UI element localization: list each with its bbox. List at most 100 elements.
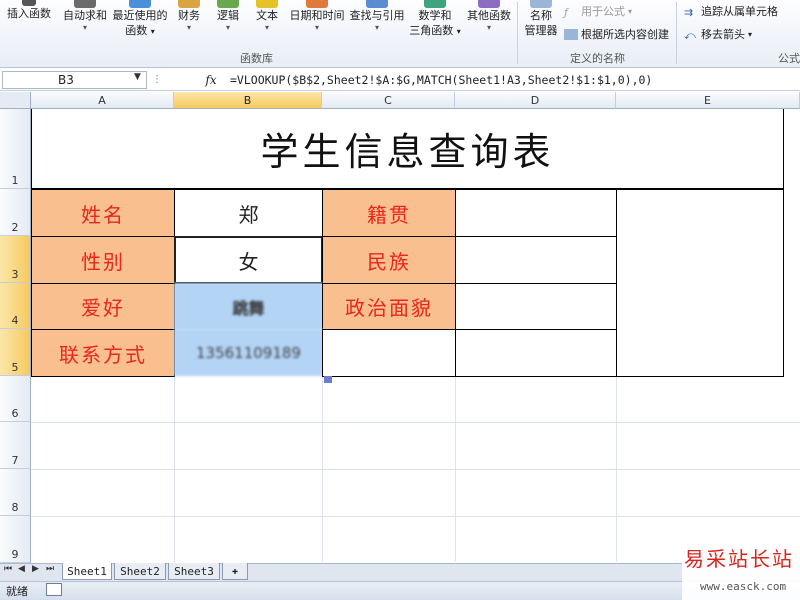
name-tag-icon: [530, 0, 552, 8]
cell-d3[interactable]: [455, 236, 617, 284]
fx-icon: ƒ: [564, 5, 568, 19]
text-button[interactable]: 文本 ▾: [252, 0, 282, 33]
row-header-8[interactable]: 8: [0, 469, 31, 516]
watermark-url: www.easck.com: [700, 580, 787, 593]
chevron-down-icon: ▾: [264, 23, 269, 32]
chevron-down-icon: ▾: [748, 29, 753, 39]
cell-d4[interactable]: [455, 283, 617, 330]
text-label: 文本: [256, 9, 278, 22]
create-from-selection-button[interactable]: 根据所选内容创建: [564, 26, 669, 42]
column-header-d[interactable]: D: [455, 92, 616, 109]
name-manager-button[interactable]: 名称 管理器: [521, 0, 561, 38]
chevron-down-icon: ▾: [628, 6, 633, 16]
datetime-button[interactable]: 日期和时间 ▾: [287, 0, 347, 33]
cell-b2[interactable]: 郑: [174, 189, 323, 237]
math-label-2: 三角函数: [409, 24, 454, 37]
chevron-down-icon: ▾: [225, 23, 230, 32]
prev-sheet-icon[interactable]: ◀: [18, 564, 25, 574]
remove-arrows-button[interactable]: ⤺ 移去箭头 ▾: [684, 26, 752, 42]
math-button[interactable]: 数学和 三角函数 ▾: [408, 0, 462, 39]
row-number: 6: [11, 407, 19, 420]
first-sheet-icon[interactable]: ⏮: [4, 564, 12, 574]
row-header-6[interactable]: 6: [0, 376, 31, 422]
status-bar: [0, 581, 800, 600]
macro-record-icon[interactable]: [46, 583, 62, 596]
row-header-7[interactable]: 7: [0, 422, 31, 469]
cell-d2[interactable]: [455, 189, 617, 237]
cell-a5[interactable]: 联系方式: [31, 329, 175, 377]
last-sheet-icon[interactable]: ⏭: [46, 564, 54, 574]
insert-function-fx-button[interactable]: fx: [200, 71, 222, 89]
column-header-b[interactable]: B: [174, 92, 322, 109]
sheet-title[interactable]: 学生信息查询表: [31, 109, 784, 189]
row-header-9[interactable]: 9: [0, 516, 31, 563]
fill-handle[interactable]: [324, 376, 332, 383]
row-number: 1: [11, 174, 19, 187]
lookup-label: 查找与引用: [349, 9, 405, 22]
trace-precedents-label: 追踪从属单元格: [701, 5, 778, 18]
cell-c4[interactable]: 政治面貌: [322, 283, 456, 330]
cell-c5[interactable]: [322, 329, 456, 377]
row-number: 7: [11, 454, 19, 467]
trace-precedents-button[interactable]: ⇉ 追踪从属单元格: [684, 3, 778, 19]
row-number: 4: [11, 314, 19, 327]
trace-arrow-icon: ⇉: [684, 5, 694, 19]
formula-bar-splitter[interactable]: ⋮: [152, 71, 192, 89]
book-icon: [306, 0, 328, 8]
row-header-4[interactable]: 4: [0, 283, 31, 329]
cell-a4[interactable]: 爱好: [31, 283, 175, 330]
name-manager-label-1: 名称: [530, 9, 552, 22]
cell-c2[interactable]: 籍贯: [322, 189, 456, 237]
more-functions-button[interactable]: 其他函数 ▾: [465, 0, 513, 33]
cell-b5[interactable]: 13561109189: [174, 329, 323, 376]
column-header-a[interactable]: A: [31, 92, 174, 109]
gridline: [31, 516, 800, 517]
recent-functions-button[interactable]: 最近使用的 函数 ▾: [111, 0, 169, 39]
chevron-down-icon: ▾: [456, 27, 461, 36]
tab-sheet1[interactable]: Sheet1: [62, 563, 112, 580]
tab-sheet3[interactable]: Sheet3: [168, 563, 220, 580]
cell-e2-merged[interactable]: [616, 189, 784, 377]
recent-label-2: 函数: [125, 24, 148, 37]
cell-b4[interactable]: 跳舞: [174, 283, 323, 330]
cell-b3-active[interactable]: 女: [174, 236, 323, 284]
name-box[interactable]: B3: [2, 71, 147, 89]
divider: [517, 2, 518, 64]
select-all-corner[interactable]: [0, 92, 31, 109]
row-header-1[interactable]: 1: [0, 109, 31, 189]
column-header-e[interactable]: E: [616, 92, 800, 109]
group-label-library: 函数库: [240, 52, 273, 65]
row-header-2[interactable]: 2: [0, 189, 31, 236]
gridline: [31, 422, 800, 423]
insert-function-button[interactable]: 插入函数: [4, 0, 54, 21]
use-in-formula-button[interactable]: ƒ 用于公式 ▾: [564, 3, 632, 19]
row-header-5[interactable]: 5: [0, 329, 31, 376]
logical-label: 逻辑: [217, 9, 239, 22]
chevron-down-icon[interactable]: ▼: [134, 72, 141, 82]
row-header-3[interactable]: 3: [0, 236, 31, 283]
cell-a3[interactable]: 性别: [31, 236, 175, 284]
autosum-button[interactable]: 自动求和 ▾: [62, 0, 108, 33]
book-icon: [256, 0, 278, 8]
row-number: 5: [11, 361, 19, 374]
tab-sheet2[interactable]: Sheet2: [114, 563, 166, 580]
formula-input[interactable]: =VLOOKUP($B$2,Sheet2!$A:$G,MATCH(Sheet1!…: [230, 71, 800, 89]
cell-c3[interactable]: 民族: [322, 236, 456, 284]
use-in-formula-label: 用于公式: [581, 5, 625, 18]
chevron-down-icon: ▾: [186, 23, 191, 32]
column-header-c[interactable]: C: [322, 92, 455, 109]
cell-d5[interactable]: [455, 329, 617, 377]
insert-sheet-icon[interactable]: ✚: [222, 563, 248, 580]
chevron-down-icon: ▾: [374, 23, 379, 32]
next-sheet-icon[interactable]: ▶: [32, 564, 39, 574]
sigma-icon: [74, 0, 96, 8]
cell-a2[interactable]: 姓名: [31, 189, 175, 237]
table-icon: [564, 28, 578, 40]
row-number: 9: [11, 548, 19, 561]
book-icon: [129, 0, 151, 8]
financial-button[interactable]: 财务 ▾: [174, 0, 204, 33]
more-label: 其他函数: [467, 9, 511, 22]
chevron-down-icon: ▾: [486, 23, 491, 32]
lookup-button[interactable]: 查找与引用 ▾: [348, 0, 406, 33]
logical-button[interactable]: 逻辑 ▾: [213, 0, 243, 33]
